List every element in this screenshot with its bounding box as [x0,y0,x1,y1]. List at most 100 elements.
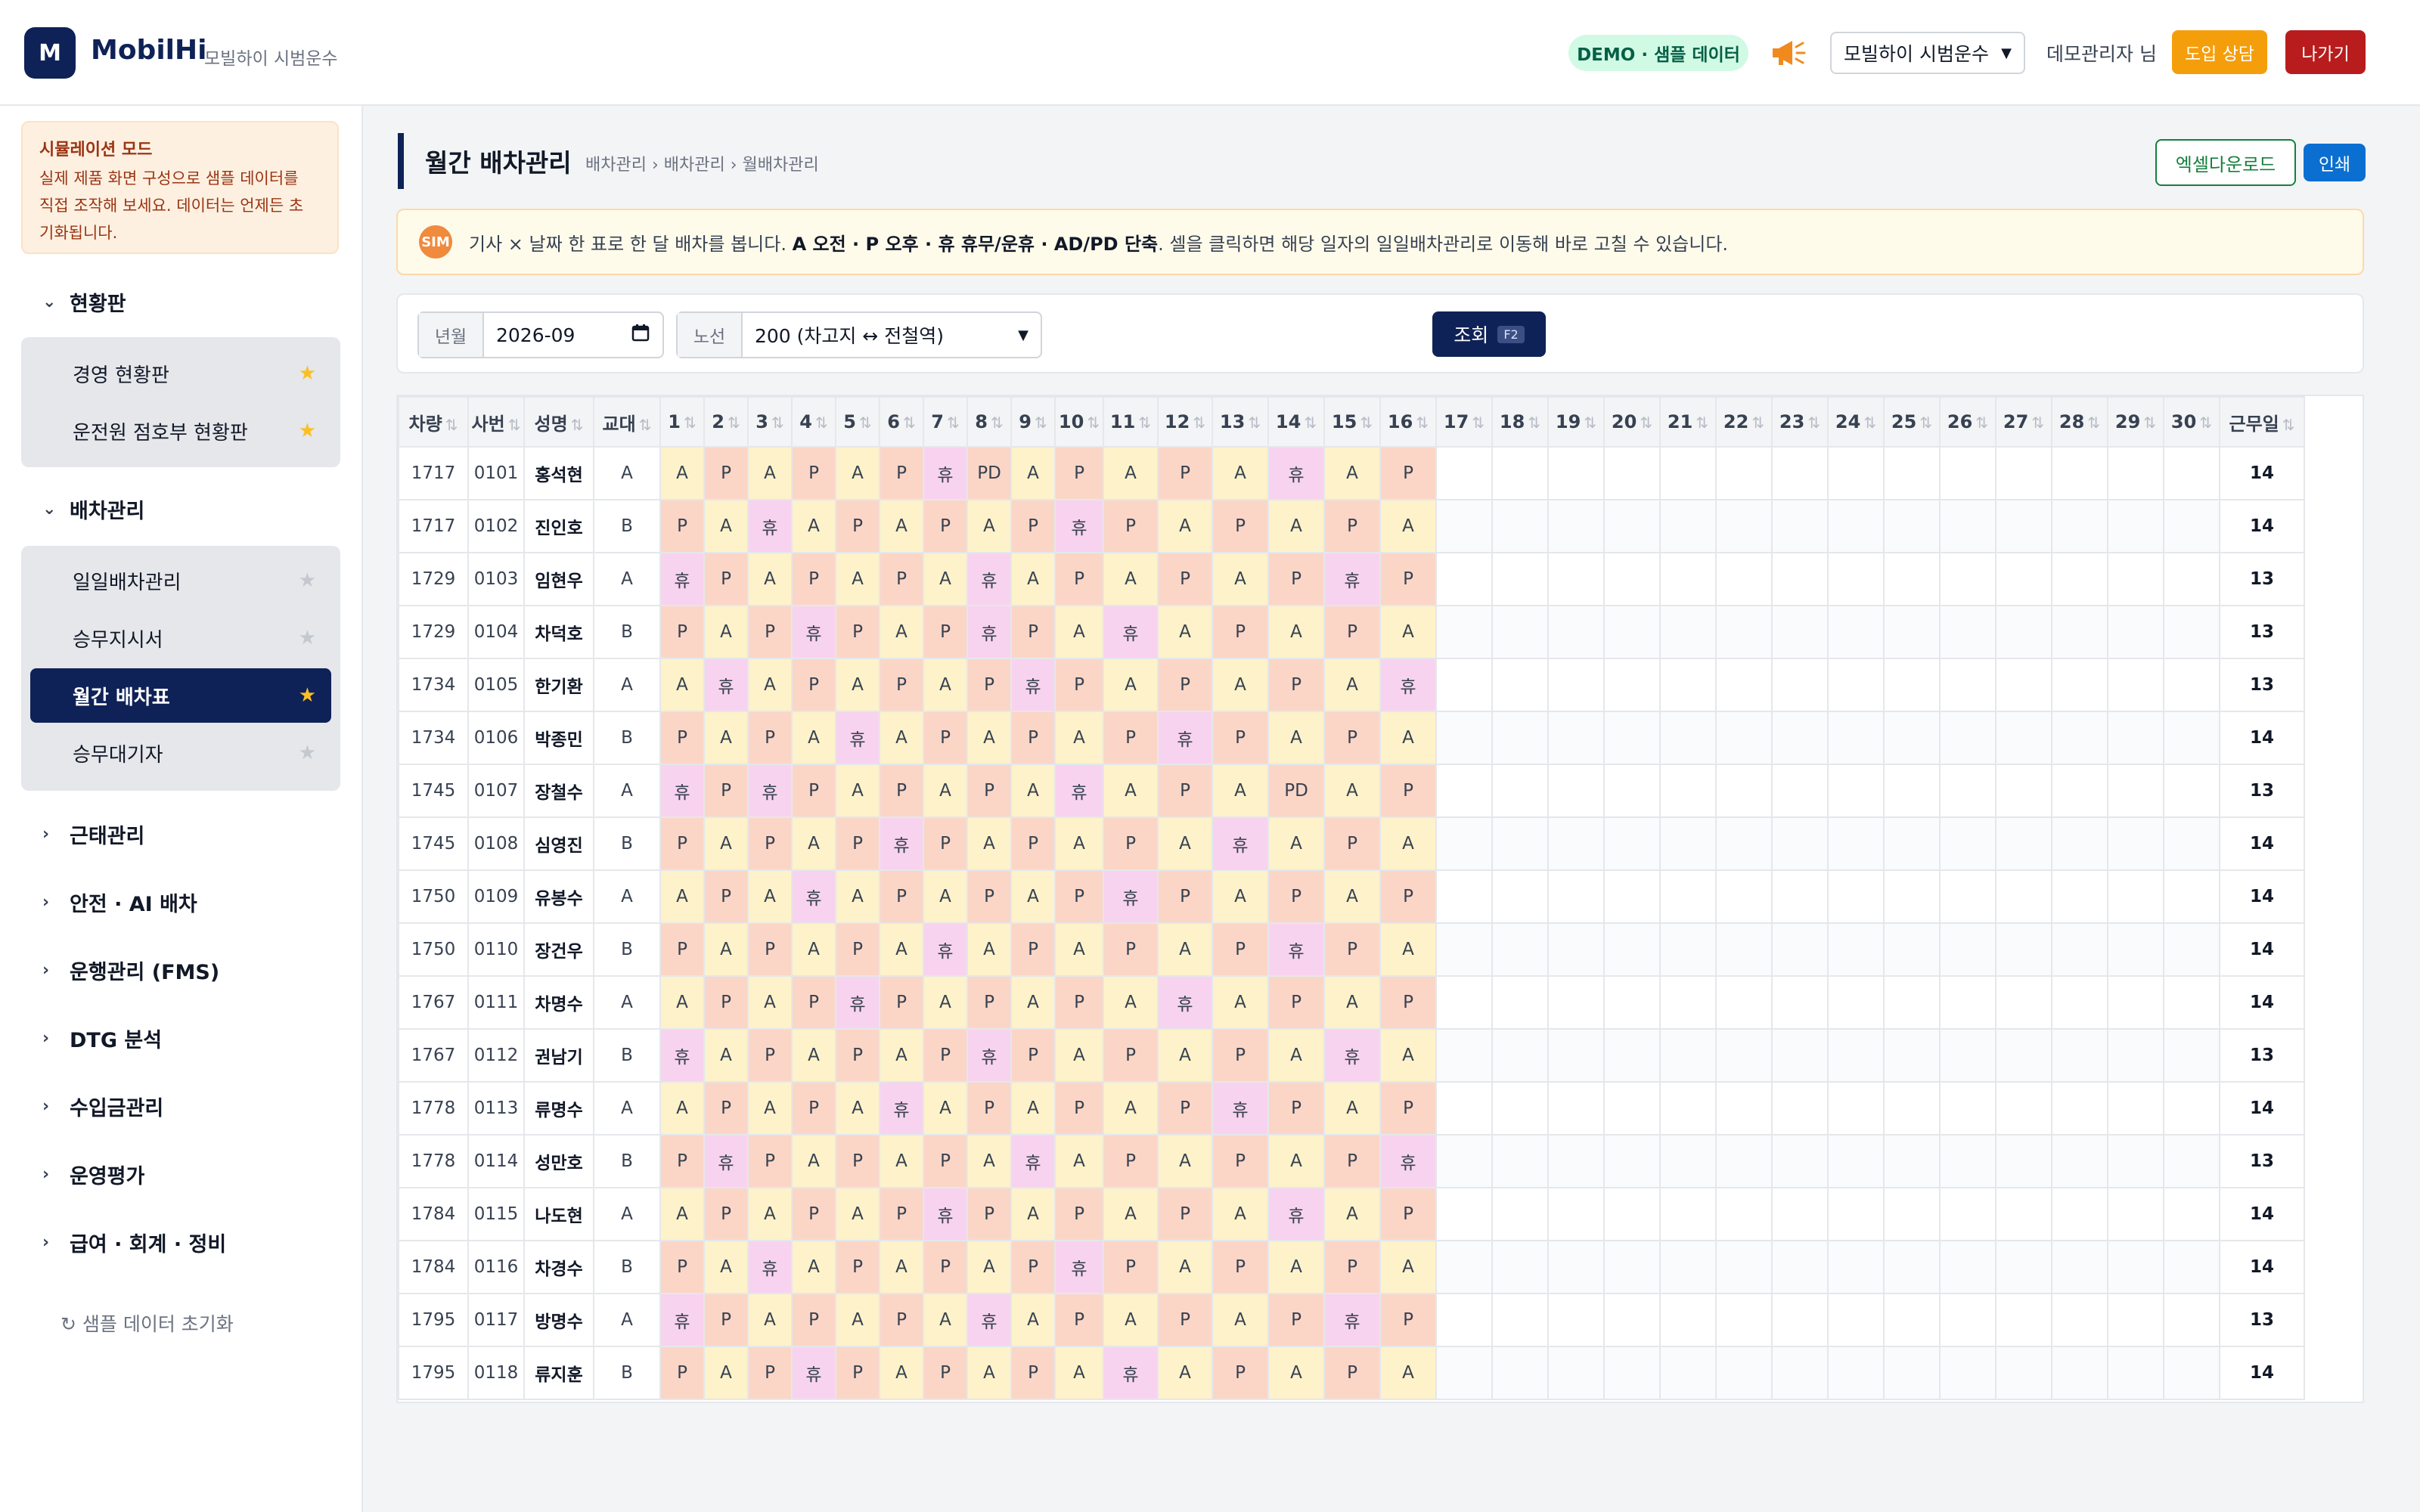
schedule-cell[interactable]: P [1379,869,1437,924]
sidebar-section-payroll[interactable]: › 급여 · 회계 · 정비 [42,1228,226,1257]
schedule-cell[interactable]: P [747,605,793,659]
schedule-cell-empty[interactable] [1547,1187,1605,1241]
schedule-cell[interactable]: P [835,1134,880,1188]
schedule-cell[interactable]: 휴 [659,552,705,606]
column-header[interactable]: 근무일 ⇅ [2219,396,2305,448]
schedule-cell[interactable]: P [1212,922,1269,977]
schedule-cell[interactable]: P [1212,1346,1269,1400]
schedule-cell[interactable]: A [791,499,836,553]
sort-arrows-icon[interactable]: ⇅ [1138,414,1151,432]
schedule-cell-empty[interactable] [1827,764,1885,818]
schedule-cell[interactable]: A [1010,1293,1056,1347]
schedule-cell[interactable]: 휴 [923,446,968,500]
schedule-cell[interactable]: A [879,711,924,765]
schedule-cell-empty[interactable] [1603,446,1661,500]
schedule-cell-empty[interactable] [2107,605,2164,659]
schedule-cell[interactable]: A [1212,869,1269,924]
schedule-cell-empty[interactable] [1603,975,1661,1030]
schedule-cell-empty[interactable] [1491,1240,1549,1294]
column-header[interactable]: 2 ⇅ [703,396,749,448]
schedule-cell-empty[interactable] [2051,605,2108,659]
schedule-cell[interactable]: 휴 [791,869,836,924]
schedule-cell[interactable]: A [923,1293,968,1347]
schedule-cell-empty[interactable] [2163,764,2220,818]
sidebar-section-dashboard[interactable]: ⌄ 현황판 [42,287,126,317]
sidebar-item-standby[interactable]: 승무대기자 ★ [30,726,331,780]
schedule-cell[interactable]: A [1103,1293,1159,1347]
star-icon[interactable]: ★ [299,420,316,442]
schedule-cell[interactable]: A [1157,922,1213,977]
schedule-cell[interactable]: P [1212,1028,1269,1083]
column-header[interactable]: 7 ⇅ [923,396,968,448]
schedule-cell-empty[interactable] [1547,1081,1605,1136]
schedule-cell-empty[interactable] [1995,1293,2052,1347]
schedule-cell-empty[interactable] [1603,1134,1661,1188]
sort-arrows-icon[interactable]: ⇅ [2282,416,2295,434]
schedule-cell[interactable]: 휴 [1054,499,1104,553]
schedule-cell-empty[interactable] [1603,1187,1661,1241]
schedule-cell[interactable]: 휴 [1103,1346,1159,1400]
schedule-cell[interactable]: A [1054,1346,1104,1400]
schedule-cell[interactable]: P [1379,1081,1437,1136]
schedule-cell-empty[interactable] [1771,446,1829,500]
schedule-cell[interactable]: A [923,1081,968,1136]
schedule-cell-empty[interactable] [1939,605,1996,659]
schedule-cell[interactable]: A [1054,711,1104,765]
schedule-cell-empty[interactable] [1939,499,1996,553]
sidebar-item-driver-rollcall[interactable]: 운전원 점호부 현황판 ★ [30,404,331,458]
schedule-cell-empty[interactable] [1603,1293,1661,1347]
schedule-cell[interactable]: P [1323,1346,1381,1400]
schedule-cell[interactable]: P [835,1028,880,1083]
schedule-cell-empty[interactable] [1659,975,1717,1030]
schedule-cell[interactable]: 휴 [1010,658,1056,712]
schedule-cell-empty[interactable] [1491,499,1549,553]
schedule-cell[interactable]: 휴 [659,764,705,818]
schedule-cell[interactable]: P [1323,1240,1381,1294]
schedule-cell-empty[interactable] [1659,1187,1717,1241]
schedule-cell-empty[interactable] [1883,1081,1941,1136]
schedule-cell-empty[interactable] [1827,922,1885,977]
schedule-cell[interactable]: P [659,711,705,765]
schedule-cell[interactable]: A [879,1346,924,1400]
schedule-cell-empty[interactable] [1435,446,1493,500]
schedule-cell[interactable]: P [879,869,924,924]
schedule-cell[interactable]: A [791,1240,836,1294]
schedule-cell-empty[interactable] [2051,764,2108,818]
schedule-cell[interactable]: P [1010,1028,1056,1083]
schedule-cell-empty[interactable] [1435,975,1493,1030]
schedule-cell[interactable]: A [966,1134,1012,1188]
sidebar-section-fms[interactable]: › 운행관리 (FMS) [42,956,219,985]
schedule-cell[interactable]: A [1010,1187,1056,1241]
schedule-cell[interactable]: P [1267,658,1325,712]
schedule-cell-empty[interactable] [1435,1028,1493,1083]
schedule-cell[interactable]: P [1267,1293,1325,1347]
schedule-cell[interactable]: P [966,1081,1012,1136]
schedule-cell-empty[interactable] [1547,869,1605,924]
schedule-cell[interactable]: A [1054,816,1104,871]
schedule-cell-empty[interactable] [1603,1081,1661,1136]
sidebar-section-revenue[interactable]: › 수입금관리 [42,1092,163,1121]
column-header[interactable]: 8 ⇅ [966,396,1012,448]
column-header[interactable]: 5 ⇅ [835,396,880,448]
schedule-cell-empty[interactable] [1659,869,1717,924]
schedule-cell[interactable]: A [1379,605,1437,659]
schedule-cell[interactable]: P [1212,1240,1269,1294]
schedule-cell[interactable]: 휴 [747,1240,793,1294]
schedule-cell[interactable]: P [703,1081,749,1136]
schedule-cell-empty[interactable] [1883,658,1941,712]
schedule-cell-empty[interactable] [1771,1346,1829,1400]
schedule-cell[interactable]: A [923,658,968,712]
schedule-cell[interactable]: A [703,1346,749,1400]
column-header[interactable]: 24 ⇅ [1827,396,1885,448]
schedule-cell-empty[interactable] [1603,605,1661,659]
schedule-cell-empty[interactable] [1939,975,1996,1030]
sort-arrows-icon[interactable]: ⇅ [508,416,521,434]
schedule-cell-empty[interactable] [1995,1134,2052,1188]
column-header[interactable]: 30 ⇅ [2163,396,2220,448]
schedule-cell-empty[interactable] [2163,1028,2220,1083]
sort-arrows-icon[interactable]: ⇅ [859,414,872,432]
schedule-cell-empty[interactable] [1827,1187,1885,1241]
column-header[interactable]: 17 ⇅ [1435,396,1493,448]
column-header[interactable]: 10 ⇅ [1054,396,1104,448]
sort-arrows-icon[interactable]: ⇅ [1193,414,1205,432]
